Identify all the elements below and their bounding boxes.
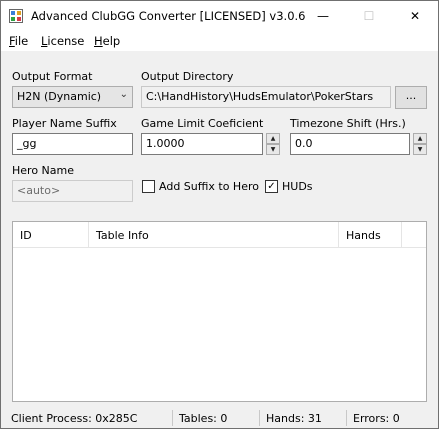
- add-suffix-to-hero-label: Add Suffix to Hero: [159, 180, 259, 193]
- hero-name-label: Hero Name: [12, 164, 74, 177]
- menu-bar: File License Help: [1, 31, 438, 51]
- status-separator: [172, 410, 173, 426]
- menu-license[interactable]: License: [41, 34, 84, 48]
- status-bar: Client Process: 0x285C Tables: 0 Hands: …: [1, 408, 438, 428]
- window-title: Advanced ClubGG Converter [LICENSED] v3.…: [31, 9, 306, 23]
- spin-down-icon[interactable]: ▼: [266, 144, 280, 155]
- chevron-down-icon: ⌄: [119, 89, 128, 100]
- output-format-label: Output Format: [12, 70, 93, 83]
- status-separator: [346, 410, 347, 426]
- close-button[interactable]: ✕: [392, 1, 438, 31]
- menu-help-label: elp: [102, 34, 121, 48]
- timezone-shift-input[interactable]: 0.0: [290, 133, 410, 155]
- game-limit-coefficient-label: Game Limit Coeficient: [141, 117, 264, 130]
- game-limit-coefficient-input[interactable]: 1.0000: [141, 133, 263, 155]
- spin-up-icon[interactable]: ▲: [266, 133, 280, 144]
- output-format-select[interactable]: H2N (Dynamic) ⌄: [12, 86, 133, 108]
- add-suffix-to-hero-checkbox[interactable]: Add Suffix to Hero: [142, 180, 259, 193]
- output-directory-label: Output Directory: [141, 70, 234, 83]
- output-format-value: H2N (Dynamic): [17, 90, 102, 103]
- menu-help[interactable]: Help: [94, 34, 120, 48]
- player-name-suffix-input[interactable]: _gg: [12, 133, 133, 155]
- player-name-suffix-label: Player Name Suffix: [12, 117, 117, 130]
- checkmark-icon: ✓: [265, 180, 278, 193]
- game-limit-coefficient-spinner: ▲ ▼: [266, 133, 280, 155]
- spin-down-icon[interactable]: ▼: [413, 144, 427, 155]
- hands-count-status: Hands: 31: [266, 412, 322, 425]
- list-header: ID Table Info Hands: [13, 222, 426, 248]
- maximize-button[interactable]: ☐: [346, 1, 392, 31]
- column-header-table-info[interactable]: Table Info: [89, 222, 339, 248]
- tables-list[interactable]: ID Table Info Hands: [12, 221, 427, 402]
- timezone-shift-label: Timezone Shift (Hrs.): [290, 117, 406, 130]
- spin-up-icon[interactable]: ▲: [413, 133, 427, 144]
- column-header-hands[interactable]: Hands: [339, 222, 402, 248]
- browse-button[interactable]: ...: [395, 86, 427, 109]
- client-process-status: Client Process: 0x285C: [11, 412, 138, 425]
- tables-count-status: Tables: 0: [179, 412, 228, 425]
- menu-help-accelerator: H: [94, 34, 103, 48]
- status-separator: [259, 410, 260, 426]
- column-header-id[interactable]: ID: [13, 222, 89, 248]
- huds-checkbox[interactable]: ✓ HUDs: [265, 180, 313, 193]
- huds-label: HUDs: [282, 180, 313, 193]
- app-icon: [9, 9, 23, 23]
- hero-name-input[interactable]: <auto>: [12, 180, 133, 202]
- menu-license-label: icense: [47, 34, 85, 48]
- menu-file-label: ile: [14, 34, 29, 48]
- minimize-button[interactable]: —: [300, 1, 346, 31]
- errors-count-status: Errors: 0: [353, 412, 400, 425]
- checkbox-unchecked-icon: [142, 180, 155, 193]
- output-directory-field[interactable]: C:\HandHistory\HudsEmulator\PokerStars: [141, 86, 391, 108]
- menu-file[interactable]: File: [9, 34, 28, 48]
- title-bar[interactable]: Advanced ClubGG Converter [LICENSED] v3.…: [1, 1, 438, 31]
- app-window: Advanced ClubGG Converter [LICENSED] v3.…: [0, 0, 439, 429]
- timezone-shift-spinner: ▲ ▼: [413, 133, 427, 155]
